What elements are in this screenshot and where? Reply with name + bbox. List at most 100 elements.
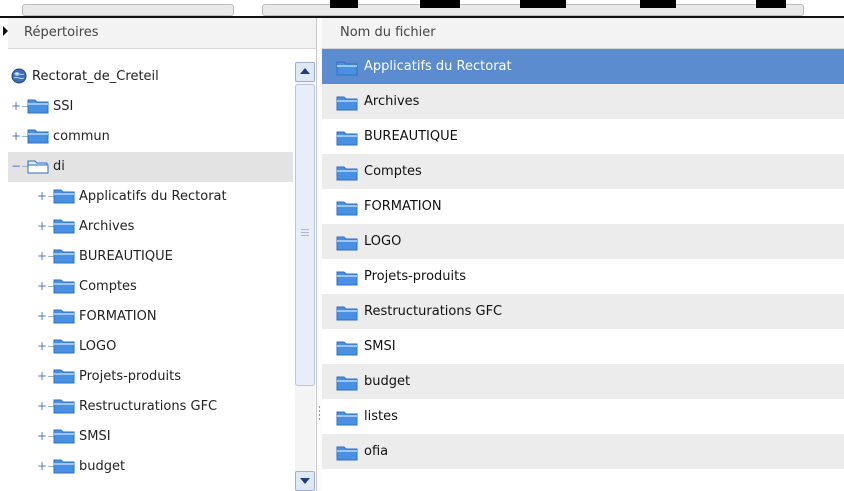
collapse-icon[interactable]: − xyxy=(9,159,23,173)
tree-item[interactable]: + SMSI xyxy=(8,422,293,452)
tree-item-label: SMSI xyxy=(79,429,111,444)
tree-item[interactable]: + BUREAUTIQUE xyxy=(8,242,293,272)
tree-item[interactable]: + Restructurations GFC xyxy=(8,392,293,422)
expand-icon[interactable]: + xyxy=(9,129,23,143)
expand-icon[interactable]: + xyxy=(35,399,49,413)
expand-icon[interactable]: + xyxy=(35,219,49,233)
file-name: BUREAUTIQUE xyxy=(364,129,458,144)
tree-item-label: budget xyxy=(79,459,126,474)
folder-icon xyxy=(336,445,358,465)
grip-dot xyxy=(319,406,320,408)
expand-icon[interactable]: + xyxy=(35,459,49,473)
scroll-up-button[interactable] xyxy=(295,62,315,82)
tree-item-label: Restructurations GFC xyxy=(79,399,218,414)
file-row[interactable]: Comptes xyxy=(322,154,844,189)
toolbar-field xyxy=(22,4,234,16)
folder-icon xyxy=(336,410,358,430)
globe-icon xyxy=(11,68,27,88)
file-row[interactable]: listes xyxy=(322,399,844,434)
folder-icon xyxy=(336,270,358,290)
cropped-toolbar-strip xyxy=(0,0,844,16)
tree-item[interactable]: + FORMATION xyxy=(8,302,293,332)
folder-icon xyxy=(53,188,75,208)
file-row[interactable]: Archives xyxy=(322,84,844,119)
scroll-down-button[interactable] xyxy=(295,471,315,491)
expand-icon[interactable]: + xyxy=(35,309,49,323)
folder-icon xyxy=(336,235,358,255)
tree-item[interactable]: + Archives xyxy=(8,212,293,242)
expand-icon[interactable]: + xyxy=(9,99,23,113)
folder-icon xyxy=(336,60,358,80)
tree-item-label: Projets-produits xyxy=(79,369,182,384)
tree-item-label: Comptes xyxy=(79,279,137,294)
tree-scrollbar[interactable] xyxy=(295,62,315,491)
file-name: Archives xyxy=(364,94,420,109)
folder-icon xyxy=(53,338,75,358)
tree-item-label: SSI xyxy=(53,99,74,114)
folder-icon xyxy=(336,340,358,360)
file-row[interactable]: ofia xyxy=(322,434,844,469)
tree-item[interactable]: + commun xyxy=(8,122,293,152)
folder-icon xyxy=(53,458,75,478)
cropped-text-fragment xyxy=(640,0,676,8)
folder-icon xyxy=(336,305,358,325)
file-row[interactable]: BUREAUTIQUE xyxy=(322,119,844,154)
folder-icon xyxy=(27,128,49,148)
file-list-pane: Nom du fichier Applicatifs du Rectorat Ar… xyxy=(322,18,844,491)
tree-item-label: commun xyxy=(53,129,110,144)
folder-icon xyxy=(336,130,358,150)
directory-tree-pane: Répertoires Rectorat_de_Creteil + SSI + comm… xyxy=(8,18,317,491)
file-name: listes xyxy=(364,409,398,424)
folder-icon xyxy=(53,308,75,328)
file-name-column-header[interactable]: Nom du fichier xyxy=(322,18,844,49)
file-row[interactable]: Applicatifs du Rectorat xyxy=(322,49,844,84)
scroll-thumb[interactable] xyxy=(295,84,315,386)
file-row[interactable]: FORMATION xyxy=(322,189,844,224)
expand-icon[interactable]: + xyxy=(35,279,49,293)
file-list: Applicatifs du Rectorat Archives BUREAUTIQ… xyxy=(322,49,844,469)
file-row[interactable]: Projets-produits xyxy=(322,259,844,294)
file-name: Restructurations GFC xyxy=(364,304,503,319)
file-row[interactable]: Restructurations GFC xyxy=(322,294,844,329)
directory-tree: Rectorat_de_Creteil + SSI + commun − di + Applic… xyxy=(8,62,293,482)
folder-icon xyxy=(53,428,75,448)
expand-icon[interactable]: + xyxy=(35,339,49,353)
folder-icon xyxy=(27,98,49,118)
cropped-text-fragment xyxy=(330,0,358,8)
folder-icon xyxy=(336,375,358,395)
cropped-text-fragment xyxy=(420,0,460,8)
tree-item[interactable]: − di xyxy=(8,152,293,182)
file-name: SMSI xyxy=(364,339,396,354)
tree-item-label: BUREAUTIQUE xyxy=(79,249,173,264)
tree-item[interactable]: + Projets-produits xyxy=(8,362,293,392)
file-row[interactable]: LOGO xyxy=(322,224,844,259)
expand-icon[interactable]: + xyxy=(35,249,49,263)
file-name: ofia xyxy=(364,444,389,459)
grip-line xyxy=(301,232,309,233)
cropped-text-fragment xyxy=(756,0,786,8)
grip-line xyxy=(301,235,309,236)
expand-icon[interactable]: + xyxy=(35,189,49,203)
grip-dot xyxy=(319,410,320,412)
tree-item[interactable]: + Applicatifs du Rectorat xyxy=(8,182,293,212)
tree-item[interactable]: + budget xyxy=(8,452,293,482)
tree-item[interactable]: Rectorat_de_Creteil xyxy=(8,62,293,92)
chevron-down-icon xyxy=(300,478,310,484)
tree-header[interactable]: Répertoires xyxy=(8,18,316,49)
tree-item[interactable]: + SSI xyxy=(8,92,293,122)
expand-icon[interactable]: + xyxy=(35,369,49,383)
tree-item-label: LOGO xyxy=(79,339,117,354)
file-name: budget xyxy=(364,374,411,389)
grip-line xyxy=(301,229,309,230)
tree-item[interactable]: + LOGO xyxy=(8,332,293,362)
tree-item-label: Archives xyxy=(79,219,135,234)
expand-icon[interactable]: + xyxy=(35,429,49,443)
file-row[interactable]: budget xyxy=(322,364,844,399)
window-edge xyxy=(0,18,8,491)
tree-item[interactable]: + Comptes xyxy=(8,272,293,302)
grip-dot xyxy=(319,414,320,416)
file-row[interactable]: SMSI xyxy=(322,329,844,364)
cropped-text-fragment xyxy=(520,0,566,8)
tree-item-label: di xyxy=(53,159,65,174)
tree-item-label: Applicatifs du Rectorat xyxy=(79,189,227,204)
